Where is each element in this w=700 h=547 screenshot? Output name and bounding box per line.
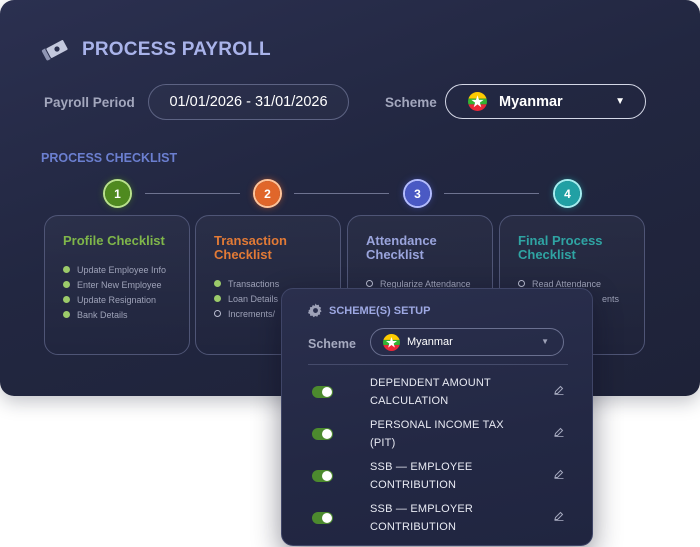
- card-title: Transaction Checklist: [214, 233, 287, 262]
- status-dot: [214, 310, 221, 317]
- toggle-switch[interactable]: [312, 512, 333, 524]
- scheme-label: Scheme: [385, 95, 437, 110]
- edit-pencil-icon[interactable]: [554, 511, 564, 521]
- edit-pencil-icon[interactable]: [554, 469, 564, 479]
- setup-row-label: DEPENDENT AMOUNT CALCULATION: [370, 377, 491, 407]
- status-dot: [214, 295, 221, 302]
- scheme-setup-popup: SCHEME(S) SETUP Scheme Myanmar ▼ DEPENDE…: [281, 288, 593, 546]
- scheme-select-value: Myanmar: [499, 93, 563, 110]
- setup-row-ssb-employee: SSB — EMPLOYEE CONTRIBUTION: [282, 458, 594, 498]
- setup-row-personal-income-tax: PERSONAL INCOME TAX (PIT): [282, 416, 594, 456]
- setup-row-dependent-amount: DEPENDENT AMOUNT CALCULATION: [282, 374, 594, 414]
- edit-pencil-icon[interactable]: [554, 385, 564, 395]
- toggle-switch[interactable]: [312, 386, 333, 398]
- chevron-down-icon: ▼: [541, 337, 549, 346]
- payroll-period-value: 01/01/2026 - 31/01/2026: [169, 94, 328, 110]
- step-4-indicator[interactable]: 4: [555, 181, 580, 206]
- title-row: PROCESS PAYROLL: [40, 36, 271, 64]
- item-label: Transactions: [228, 278, 280, 289]
- status-dot: [518, 280, 525, 287]
- myanmar-flag-icon: [468, 92, 487, 111]
- step-connector: [294, 193, 389, 194]
- setup-row-label: PERSONAL INCOME TAX (PIT): [370, 419, 504, 449]
- money-bills-icon: [41, 39, 69, 61]
- setup-scheme-select[interactable]: Myanmar ▼: [370, 328, 564, 356]
- process-checklist-title: PROCESS CHECKLIST: [41, 151, 178, 165]
- item-label: Bank Details: [77, 309, 128, 320]
- edit-pencil-icon[interactable]: [554, 427, 564, 437]
- item-label: ents: [602, 293, 620, 304]
- status-dot: [214, 280, 221, 287]
- myanmar-flag-icon: [383, 333, 400, 351]
- item-label: Update Employee Info: [77, 264, 167, 275]
- step-3-indicator[interactable]: 3: [405, 181, 430, 206]
- status-dot: [63, 311, 70, 318]
- item-label: Update Resignation: [77, 294, 157, 305]
- setup-row-ssb-employer: SSB — EMPLOYER CONTRIBUTION: [282, 500, 594, 540]
- status-dot: [366, 280, 373, 287]
- payroll-period-label: Payroll Period: [44, 95, 135, 110]
- toggle-switch[interactable]: [312, 428, 333, 440]
- list-item: Update Resignation: [63, 292, 189, 307]
- item-label: Read Attendance: [532, 278, 602, 289]
- item-label: Increments/: [228, 308, 276, 319]
- card-title: Final Process Checklist: [518, 233, 603, 262]
- checklist-items: Update Employee Info Enter New Employee …: [63, 262, 189, 322]
- divider: [308, 364, 568, 365]
- status-dot: [63, 296, 70, 303]
- status-dot: [63, 281, 70, 288]
- scheme-setup-header: SCHEME(S) SETUP: [308, 303, 430, 318]
- item-label: Regularize Attendance: [380, 278, 471, 289]
- card-title: Profile Checklist: [63, 233, 165, 248]
- page-title: PROCESS PAYROLL: [82, 39, 271, 60]
- gear-icon: [308, 303, 322, 318]
- setup-scheme-label: Scheme: [308, 337, 356, 351]
- card-title: Attendance Checklist: [366, 233, 437, 262]
- setup-scheme-value: Myanmar: [407, 336, 453, 348]
- scheme-setup-title: SCHEME(S) SETUP: [329, 304, 431, 317]
- step-1-indicator[interactable]: 1: [105, 181, 130, 206]
- step-connector: [145, 193, 240, 194]
- toggle-switch[interactable]: [312, 470, 333, 482]
- payroll-period-field[interactable]: 01/01/2026 - 31/01/2026: [148, 84, 349, 120]
- step-connector: [444, 193, 539, 194]
- list-item: Enter New Employee: [63, 277, 189, 292]
- item-label: Enter New Employee: [77, 279, 162, 290]
- status-dot: [63, 266, 70, 273]
- scheme-select[interactable]: Myanmar ▼: [445, 84, 646, 119]
- setup-row-label: SSB — EMPLOYER CONTRIBUTION: [370, 503, 474, 533]
- chevron-down-icon: ▼: [615, 96, 625, 107]
- step-2-indicator[interactable]: 2: [255, 181, 280, 206]
- profile-checklist-card[interactable]: Profile Checklist Update Employee Info E…: [44, 215, 190, 355]
- list-item: Bank Details: [63, 307, 189, 322]
- list-item: Update Employee Info: [63, 262, 189, 277]
- item-label: Loan Details: [228, 293, 279, 304]
- setup-row-label: SSB — EMPLOYEE CONTRIBUTION: [370, 461, 473, 491]
